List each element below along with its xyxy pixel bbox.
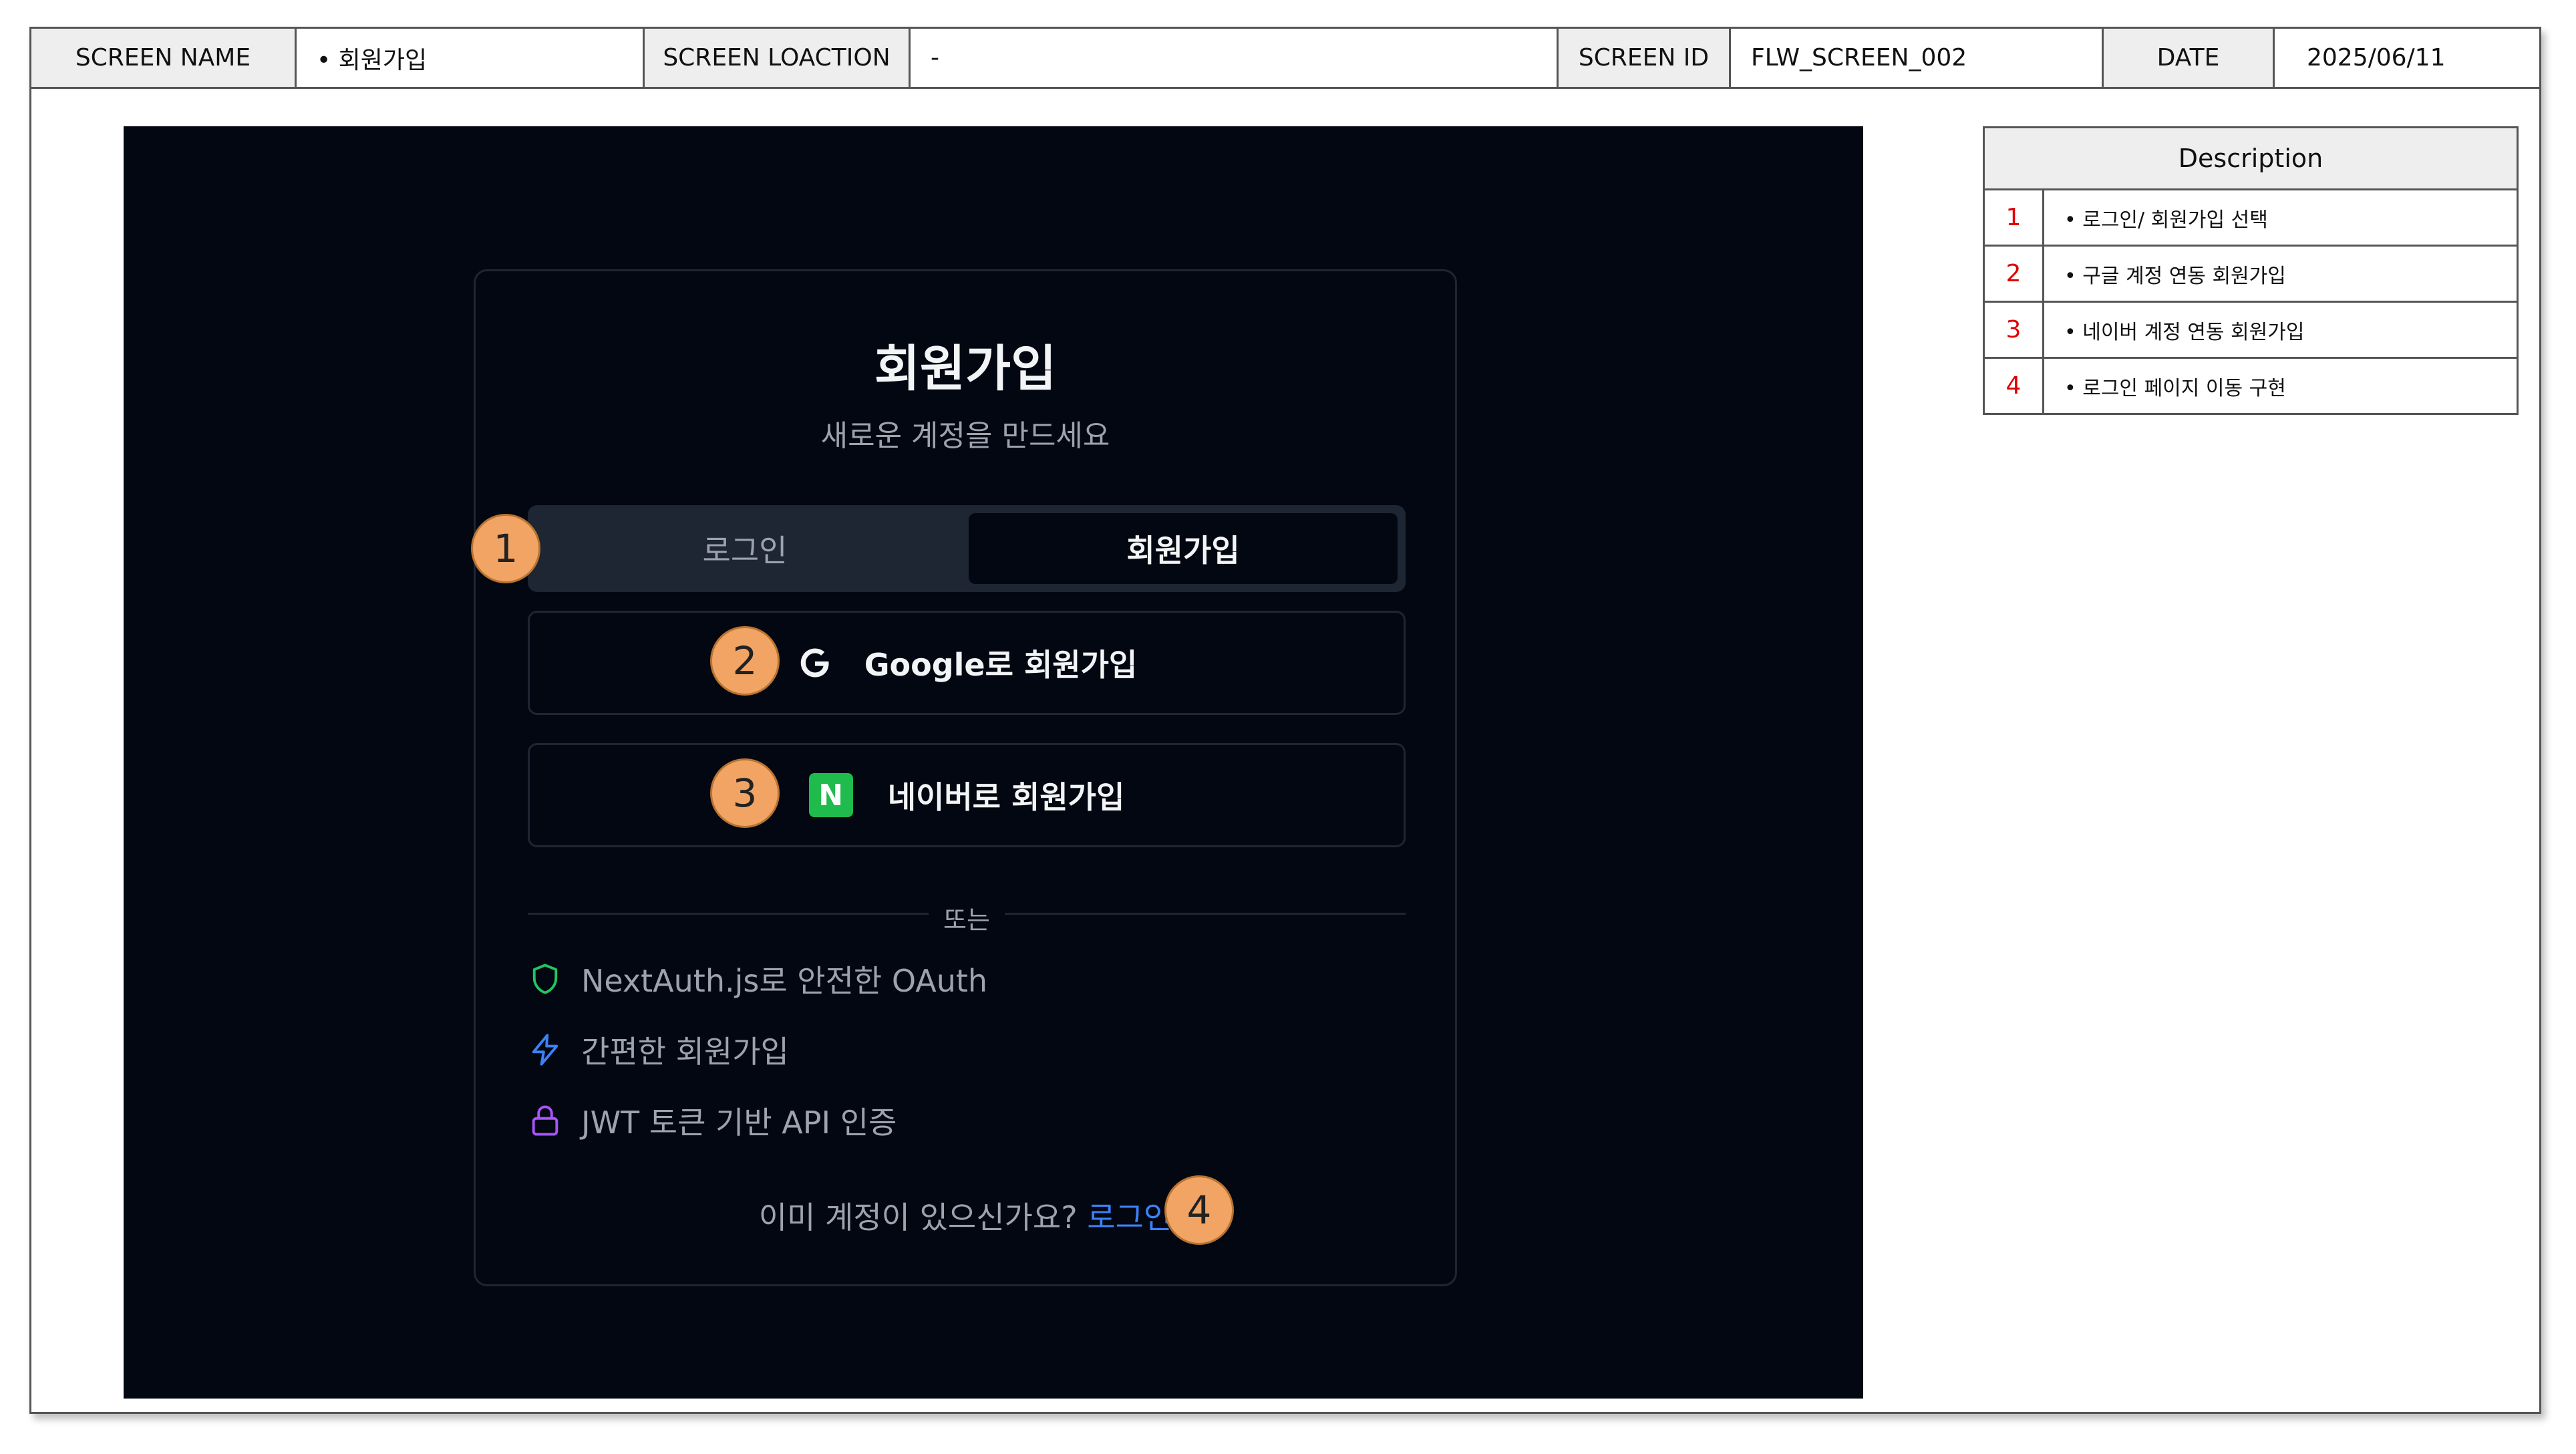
- tab-login[interactable]: 로그인: [528, 505, 962, 592]
- description-row: 3 • 네이버 계정 연동 회원가입: [1983, 301, 2519, 359]
- screen-location-value: -: [911, 29, 1559, 89]
- screen-name-label: SCREEN NAME: [31, 29, 297, 89]
- lock-icon: [532, 1105, 558, 1136]
- description-text: • 로그인/ 회원가입 선택: [2042, 188, 2519, 247]
- or-divider: 또는: [528, 899, 1406, 935]
- feature-text: NextAuth.js로 안전한 OAuth: [581, 963, 988, 999]
- feature-text: 간편한 회원가입: [581, 1034, 789, 1070]
- marker-4: 4: [1164, 1175, 1234, 1245]
- marker-1: 1: [471, 514, 540, 583]
- spec-frame: SCREEN NAME • 회원가입 SCREEN LOACTION - SCR…: [29, 27, 2541, 1414]
- divider-label: 또는: [943, 905, 990, 935]
- tab-signup[interactable]: 회원가입: [969, 513, 1398, 584]
- description-number: 2: [1983, 245, 2044, 303]
- description-row: 2 • 구글 계정 연동 회원가입: [1983, 245, 2519, 303]
- naver-signup-label: 네이버로 회원가입: [887, 779, 1125, 815]
- naver-signup-button[interactable]: N 네이버로 회원가입: [528, 743, 1406, 847]
- feature-item-jwt: JWT 토큰 기반 API 인증: [528, 1097, 897, 1144]
- lightning-icon: [532, 1034, 558, 1066]
- spec-header: SCREEN NAME • 회원가입 SCREEN LOACTION - SCR…: [31, 29, 2539, 89]
- description-text: • 구글 계정 연동 회원가입: [2042, 245, 2519, 303]
- description-text: • 로그인 페이지 이동 구현: [2042, 357, 2519, 415]
- marker-3: 3: [710, 758, 780, 828]
- feature-item-oauth: NextAuth.js로 안전한 OAuth: [528, 956, 987, 1002]
- google-signup-label: Google로 회원가입: [864, 647, 1138, 683]
- description-number: 1: [1983, 188, 2044, 247]
- screen-id-value: FLW_SCREEN_002: [1731, 29, 2104, 89]
- description-row: 4 • 로그인 페이지 이동 구현: [1983, 357, 2519, 415]
- marker-2: 2: [710, 626, 780, 696]
- signup-card: 회원가입 새로운 계정을 만드세요 로그인 회원가입 Google로 회원가입 …: [474, 269, 1457, 1286]
- description-number: 4: [1983, 357, 2044, 415]
- login-link[interactable]: 로그인: [1087, 1199, 1172, 1235]
- shield-icon: [532, 964, 558, 994]
- feature-text: JWT 토큰 기반 API 인증: [581, 1105, 897, 1141]
- naver-icon: N: [808, 773, 853, 817]
- login-prompt-text: 이미 계정이 있으신가요?: [758, 1199, 1088, 1235]
- screen-name-value: • 회원가입: [297, 29, 645, 89]
- date-label: DATE: [2104, 29, 2275, 89]
- date-value: 2025/06/11: [2275, 29, 2539, 89]
- description-text: • 네이버 계정 연동 회원가입: [2042, 301, 2519, 359]
- screen-location-label: SCREEN LOACTION: [645, 29, 911, 89]
- description-number: 3: [1983, 301, 2044, 359]
- description-title: Description: [1983, 126, 2519, 190]
- auth-tabs: 로그인 회원가입: [528, 505, 1406, 592]
- app-screenshot: 회원가입 새로운 계정을 만드세요 로그인 회원가입 Google로 회원가입 …: [124, 126, 1863, 1399]
- page-subtitle: 새로운 계정을 만드세요: [820, 419, 1110, 453]
- google-signup-button[interactable]: Google로 회원가입: [528, 611, 1406, 715]
- login-prompt: 이미 계정이 있으신가요? 로그인: [476, 1193, 1455, 1238]
- page-title: 회원가입: [874, 340, 1057, 398]
- screen-id-label: SCREEN ID: [1559, 29, 1731, 89]
- description-table: Description 1 • 로그인/ 회원가입 선택 2 • 구글 계정 연…: [1983, 126, 2519, 415]
- description-row: 1 • 로그인/ 회원가입 선택: [1983, 188, 2519, 247]
- feature-item-easy: 간편한 회원가입: [528, 1026, 789, 1073]
- google-icon: [800, 648, 830, 678]
